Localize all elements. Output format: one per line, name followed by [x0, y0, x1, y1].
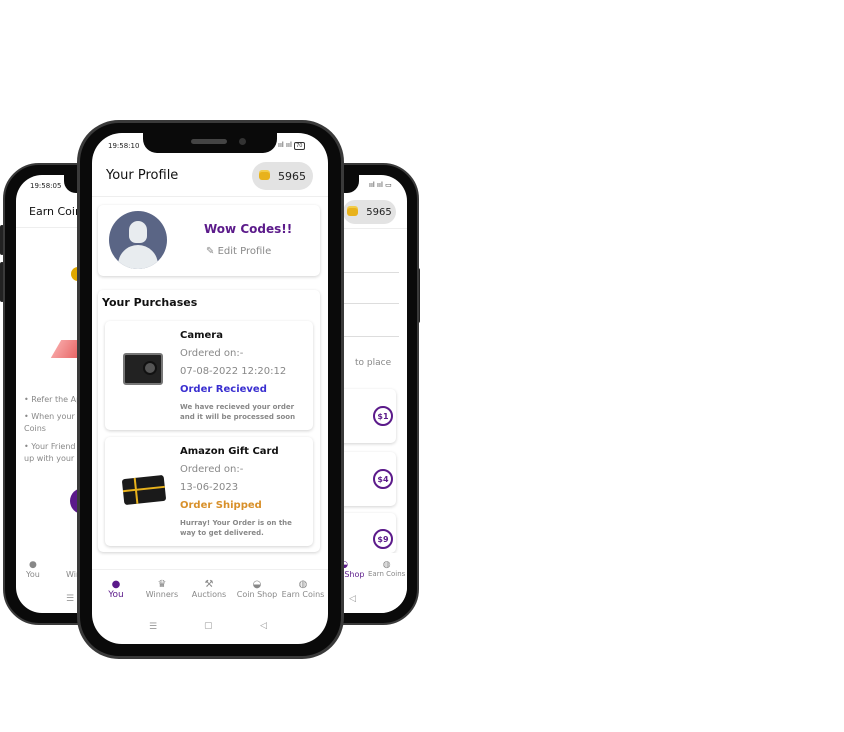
- back-icon[interactable]: ◁: [260, 621, 267, 631]
- purchases-card: Your Purchases Camera Ordered on:- 07-08…: [98, 290, 320, 552]
- ordered-label: Ordered on:-: [180, 348, 244, 359]
- coin-balance[interactable]: 5965: [252, 162, 313, 190]
- purchases-title: Your Purchases: [102, 296, 198, 309]
- order-date: 13-06-2023: [180, 482, 239, 493]
- status-time: 19:58:05: [30, 182, 62, 190]
- nav-label: Coin Shop: [236, 590, 278, 599]
- order-date: 07-08-2022 12:20:12: [180, 366, 287, 377]
- back-icon[interactable]: ◁: [349, 594, 356, 604]
- hint-text: to place: [355, 358, 392, 368]
- notch: [143, 133, 277, 153]
- nav-label: Earn Coins: [281, 590, 325, 599]
- nav-label: Earn Coins: [368, 570, 406, 578]
- globe-icon: ◍: [298, 579, 308, 590]
- nav-label: You: [108, 590, 124, 600]
- front-phone: 19:58:10 ııl ııl 70 Your Profile 5965 Wo…: [77, 120, 344, 659]
- nav-auctions[interactable]: ⚒ Auctions: [188, 579, 230, 599]
- basket-icon: ◒: [252, 579, 262, 590]
- person-icon: ●: [111, 579, 121, 590]
- gift-card-image: [121, 474, 167, 506]
- camera-image: [123, 353, 163, 385]
- signal-battery-icon: ııl ııl 70: [278, 141, 305, 150]
- front-phone-screen: 19:58:10 ııl ııl 70 Your Profile 5965 Wo…: [92, 133, 328, 644]
- gavel-icon: ⚒: [204, 579, 214, 590]
- order-status: Order Recieved: [180, 384, 267, 395]
- price-badge: $4: [373, 469, 393, 489]
- page-title: Your Profile: [106, 168, 179, 183]
- price-badge: $9: [373, 529, 393, 549]
- bullet-text: up with your: [24, 454, 75, 463]
- purchase-item[interactable]: Camera Ordered on:- 07-08-2022 12:20:12 …: [105, 321, 313, 430]
- nav-you[interactable]: ● You: [104, 579, 128, 600]
- ordered-label: Ordered on:-: [180, 464, 244, 475]
- pencil-icon: ✎: [206, 246, 215, 257]
- item-name: Camera: [180, 330, 223, 341]
- coin-balance[interactable]: 5965: [343, 200, 396, 224]
- menu-icon[interactable]: ☰: [149, 622, 157, 632]
- order-message: We have recieved your order and it will …: [180, 403, 296, 421]
- coin-count: 5965: [278, 169, 306, 183]
- bullet-text: • Your Friend: [24, 442, 76, 451]
- coin-count: 5965: [366, 206, 392, 218]
- coin-icon: [259, 172, 270, 180]
- profile-card: Wow Codes!! ✎ Edit Profile: [98, 205, 320, 276]
- nav-label: You: [26, 570, 40, 579]
- nav-label: Auctions: [191, 590, 227, 599]
- trophy-icon: ♛: [157, 579, 167, 590]
- item-name: Amazon Gift Card: [180, 446, 279, 457]
- nav-earn-coins[interactable]: ◍ Earn Coins: [280, 579, 326, 599]
- nav-you[interactable]: ● You: [26, 560, 40, 579]
- coin-icon: [347, 208, 359, 216]
- status-time: 19:58:10: [108, 142, 140, 150]
- edit-profile-button[interactable]: ✎ Edit Profile: [206, 246, 271, 257]
- home-icon[interactable]: ▢: [204, 621, 213, 631]
- globe-icon: ◍: [382, 560, 391, 570]
- purchase-item[interactable]: Amazon Gift Card Ordered on:- 13-06-2023…: [105, 437, 313, 546]
- nav-earn-coins[interactable]: ◍ Earn Coins: [368, 560, 405, 578]
- edit-profile-label: Edit Profile: [217, 246, 272, 257]
- profile-name: Wow Codes!!: [204, 222, 293, 236]
- person-icon: ●: [28, 560, 37, 570]
- order-status: Order Shipped: [180, 500, 262, 511]
- order-message: Hurray! Your Order is on the way to get …: [180, 519, 292, 537]
- menu-icon[interactable]: ☰: [66, 594, 74, 604]
- nav-coin-shop[interactable]: ◒ Coin Shop: [234, 579, 280, 599]
- bullet-text: Coins: [24, 424, 46, 433]
- nav-label: Winners: [145, 590, 179, 599]
- nav-winners[interactable]: ♛ Winners: [142, 579, 182, 599]
- avatar[interactable]: [109, 211, 167, 269]
- price-badge: $1: [373, 406, 393, 426]
